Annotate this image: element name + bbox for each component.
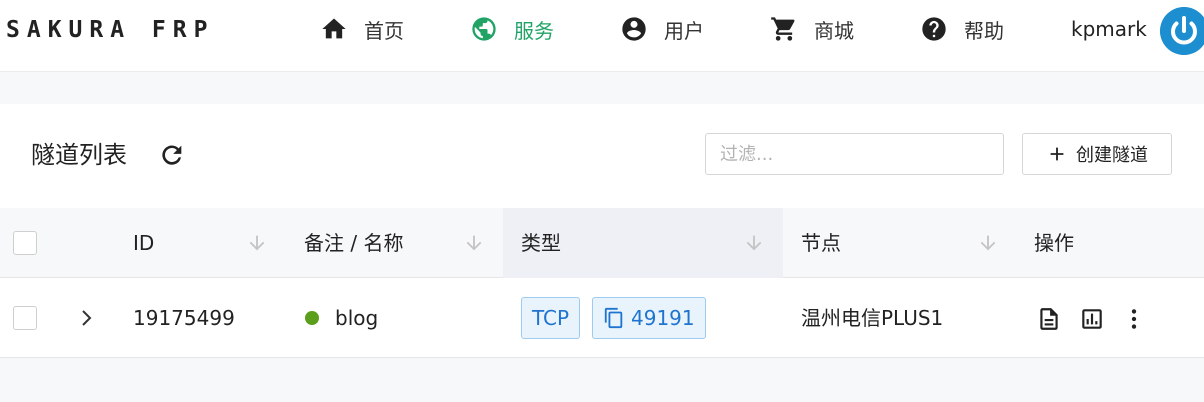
nav-item-label: 商城 [814, 18, 854, 43]
create-tunnel-button[interactable]: 创建隧道 [1022, 133, 1172, 175]
refresh-icon [162, 145, 182, 165]
column-header-node[interactable]: 节点 [801, 208, 841, 278]
chart-icon [1082, 309, 1102, 329]
nav-item-service[interactable]: 服务 [470, 13, 554, 45]
account-icon [622, 17, 646, 41]
sort-arrow-icon[interactable] [246, 232, 268, 254]
copy-port-tag[interactable]: 49191 [592, 297, 706, 339]
tunnel-id: 19175499 [133, 306, 235, 330]
table-header: ID 备注 / 名称 类型 节点 操作 [0, 208, 1204, 278]
nav-item-user[interactable]: 用户 [620, 13, 704, 45]
expand-row-button[interactable] [74, 306, 98, 330]
sort-arrow-icon[interactable] [743, 232, 765, 254]
copy-icon [604, 307, 623, 329]
table-row: 19175499 blog TCP 49191 温州电信PLUS1 [0, 278, 1204, 358]
sort-arrow-icon[interactable] [977, 232, 999, 254]
column-header-actions: 操作 [1034, 231, 1074, 255]
statistics-button[interactable] [1079, 306, 1105, 332]
home-icon [322, 18, 346, 39]
nav-item-label: 首页 [364, 18, 404, 43]
top-navbar: SAKURA FRP 首页 服务 用户 商城 帮助 kpmark [0, 0, 1204, 72]
nav-item-help[interactable]: 帮助 [920, 13, 1004, 45]
filter-input[interactable] [705, 133, 1004, 175]
create-tunnel-label: 创建隧道 [1076, 145, 1148, 166]
username[interactable]: kpmark [1071, 13, 1147, 45]
brand-logo[interactable]: SAKURA FRP [6, 14, 214, 46]
plus-icon [1050, 147, 1064, 161]
chevron-right-icon [82, 310, 92, 326]
nav-item-label: 帮助 [964, 18, 1004, 43]
nav-item-label: 用户 [664, 18, 704, 43]
sort-arrow-icon[interactable] [463, 232, 485, 254]
row-checkbox[interactable] [13, 306, 37, 330]
tunnel-list-card: 隧道列表 创建隧道 ID 备注 / 名称 类型 节点 操作 [0, 104, 1204, 358]
column-header-id[interactable]: ID [133, 208, 154, 278]
document-icon [1040, 308, 1058, 330]
tunnel-port: 49191 [631, 306, 695, 330]
power-icon [1160, 7, 1204, 55]
cart-icon [771, 17, 795, 41]
nav-item-home[interactable]: 首页 [320, 13, 404, 45]
avatar[interactable] [1160, 7, 1204, 55]
tunnel-name: blog [335, 306, 379, 330]
tunnel-node: 温州电信PLUS1 [801, 306, 944, 330]
refresh-button[interactable] [158, 141, 186, 169]
help-icon [922, 17, 946, 41]
column-header-type[interactable]: 类型 [521, 208, 561, 278]
more-actions-button[interactable] [1121, 306, 1147, 332]
column-header-name[interactable]: 备注 / 名称 [304, 208, 403, 278]
page-title: 隧道列表 [31, 141, 127, 169]
tunnel-type-tag: TCP [521, 297, 581, 339]
nav-item-shop[interactable]: 商城 [770, 13, 854, 45]
nav-item-label: 服务 [514, 18, 554, 43]
more-vert-icon [1131, 309, 1137, 329]
config-file-button[interactable] [1036, 306, 1062, 332]
status-online-dot [305, 311, 319, 325]
globe-icon [472, 17, 496, 41]
select-all-checkbox[interactable] [13, 231, 37, 255]
